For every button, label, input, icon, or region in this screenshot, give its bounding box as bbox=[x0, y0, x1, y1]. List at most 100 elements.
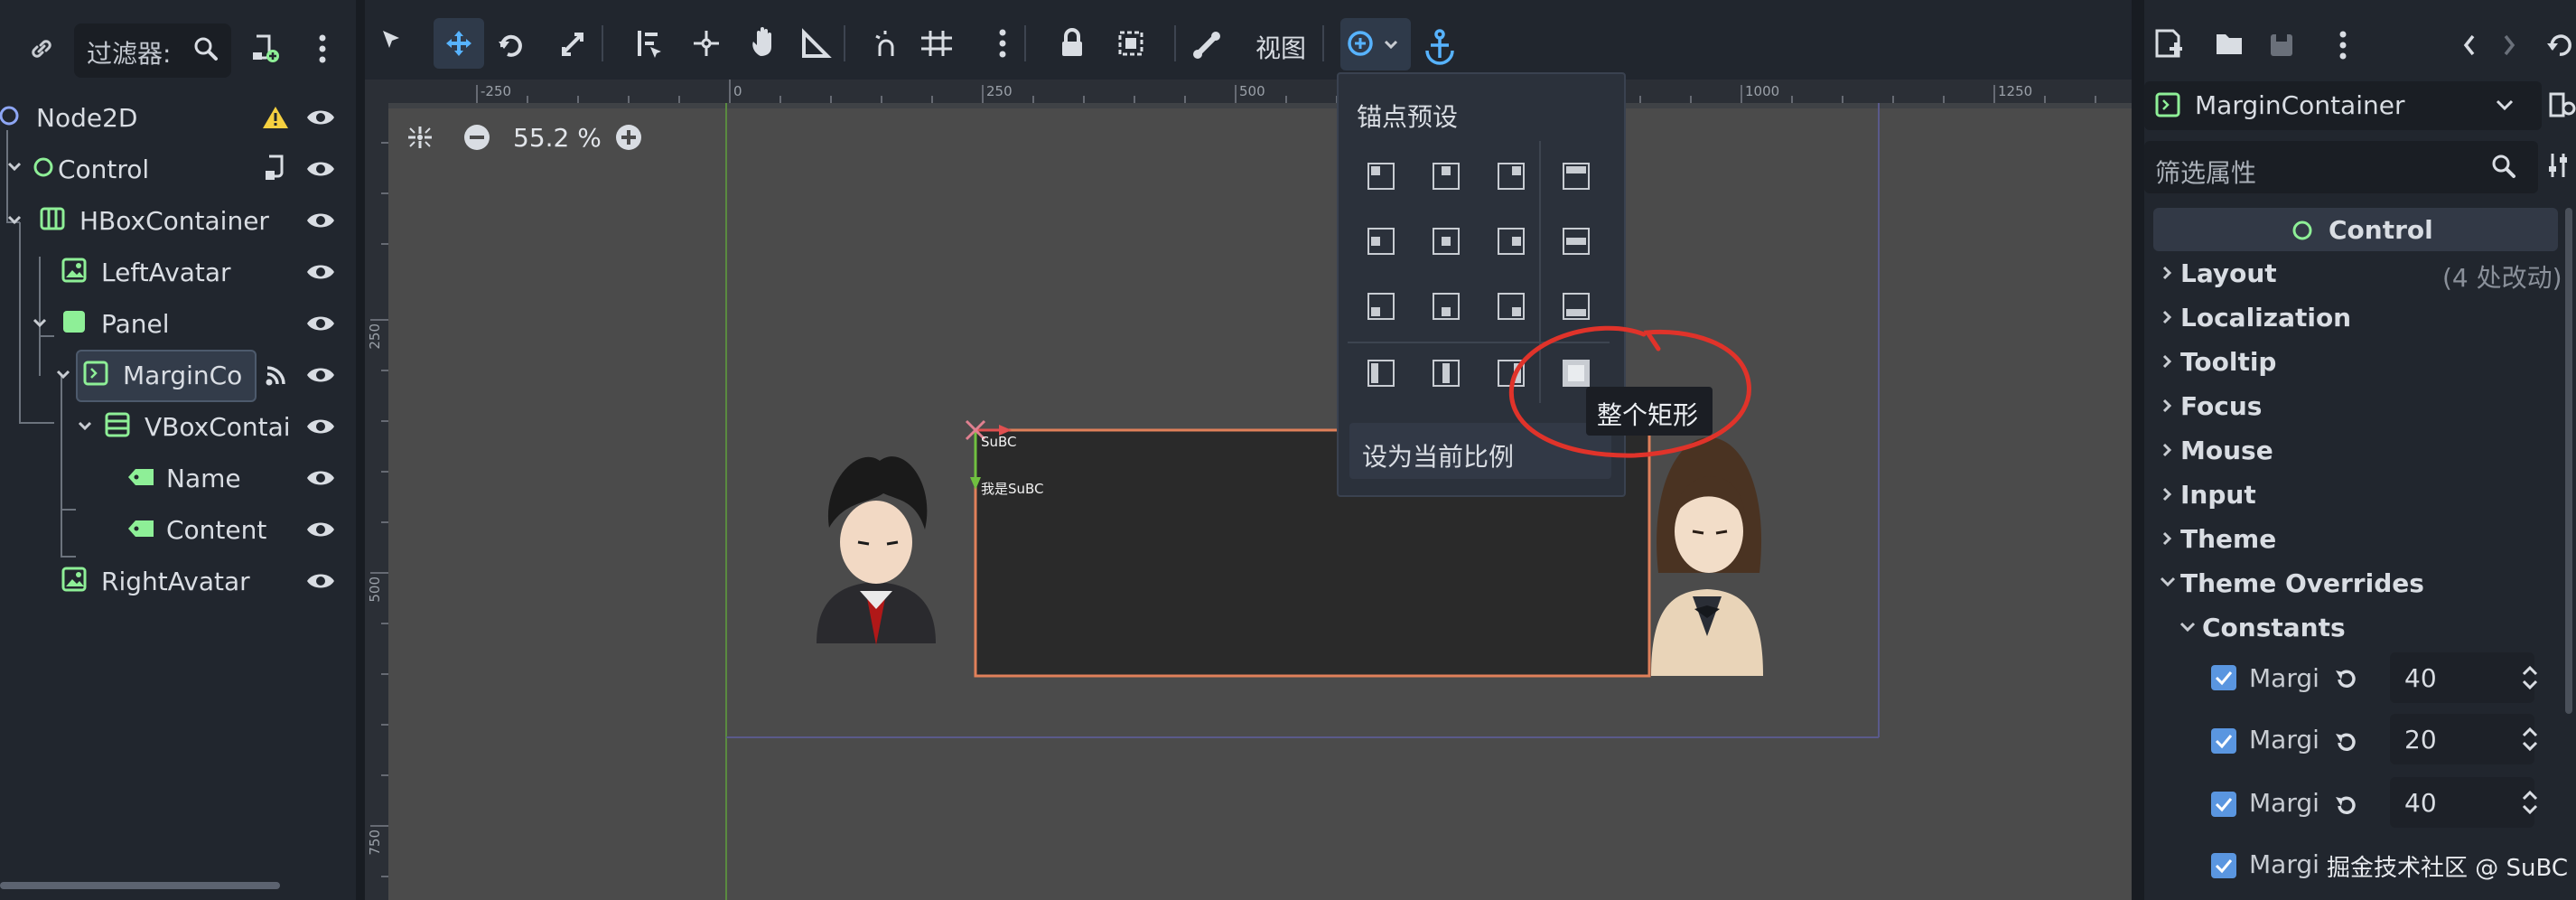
horizontal-scrollbar[interactable] bbox=[0, 882, 280, 889]
name-label[interactable]: SuBC bbox=[981, 434, 1017, 450]
documentation-icon[interactable] bbox=[2547, 89, 2576, 121]
tree-row-leftavatar[interactable]: LeftAvatar bbox=[0, 247, 356, 297]
smart-snap-icon[interactable] bbox=[875, 31, 894, 56]
rotate-tool-icon[interactable] bbox=[499, 34, 522, 57]
tree-row-hboxcontainer[interactable]: HBoxContainer bbox=[0, 195, 356, 246]
anchor-vcenter-wide-icon[interactable] bbox=[1433, 360, 1460, 387]
canvas-viewport[interactable]: SuBC 我是SuBC bbox=[388, 103, 2132, 900]
bone-icon[interactable] bbox=[1193, 32, 1220, 59]
margin-override-checkbox[interactable] bbox=[2211, 853, 2236, 878]
anchor-center-right-icon[interactable] bbox=[1498, 228, 1525, 255]
anchor-top-right-icon[interactable] bbox=[1498, 163, 1525, 190]
anchor-center-icon[interactable] bbox=[1433, 228, 1460, 255]
link-icon[interactable] bbox=[27, 34, 56, 63]
tree-row-node2d[interactable]: Node2D bbox=[0, 92, 356, 143]
new-resource-icon[interactable] bbox=[2155, 29, 2182, 58]
center-view-icon[interactable] bbox=[405, 123, 435, 152]
anchor-bottom-left-icon[interactable] bbox=[1367, 293, 1395, 320]
anchor-left-wide-icon[interactable] bbox=[1367, 360, 1395, 387]
margin-override-checkbox[interactable] bbox=[2211, 665, 2236, 690]
margin-override-checkbox[interactable] bbox=[2211, 728, 2236, 754]
chevron-down-icon[interactable] bbox=[56, 364, 70, 386]
spin-arrows-icon[interactable] bbox=[2520, 725, 2540, 754]
chevron-down-icon[interactable] bbox=[7, 210, 22, 231]
visibility-eye-icon[interactable] bbox=[305, 105, 336, 130]
zoom-level[interactable]: 55.2 % bbox=[513, 123, 602, 153]
spin-arrows-icon[interactable] bbox=[2520, 663, 2540, 692]
select-tool-icon[interactable] bbox=[383, 31, 399, 48]
open-folder-icon[interactable] bbox=[2217, 34, 2242, 54]
visibility-eye-icon[interactable] bbox=[305, 208, 336, 233]
anchor-center-top-icon[interactable] bbox=[1433, 163, 1460, 190]
chevron-down-icon[interactable] bbox=[78, 416, 92, 437]
visibility-eye-icon[interactable] bbox=[305, 156, 336, 182]
visibility-eye-icon[interactable] bbox=[305, 465, 336, 491]
view-menu-button[interactable]: 视图 bbox=[1255, 29, 1306, 65]
section-layout[interactable]: Layout bbox=[2180, 258, 2277, 288]
zoom-out-icon[interactable] bbox=[462, 123, 491, 152]
anchor-top-wide-icon[interactable] bbox=[1563, 163, 1590, 190]
inspector-splitter[interactable] bbox=[2132, 0, 2144, 900]
content-label[interactable]: 我是SuBC bbox=[981, 479, 1044, 498]
signal-icon[interactable] bbox=[264, 362, 289, 388]
back-arrow-icon[interactable] bbox=[2463, 34, 2475, 56]
section-focus[interactable]: Focus bbox=[2180, 391, 2262, 421]
subsection-constants[interactable]: Constants bbox=[2202, 613, 2346, 642]
tree-row-vboxcontainer[interactable]: VBoxContai bbox=[0, 401, 356, 452]
tree-row-name[interactable]: Name bbox=[0, 453, 356, 503]
ruler-tool-icon[interactable] bbox=[802, 28, 832, 58]
attach-script-icon[interactable] bbox=[249, 33, 280, 63]
visibility-eye-icon[interactable] bbox=[305, 311, 336, 336]
section-localization[interactable]: Localization bbox=[2180, 303, 2351, 333]
spin-arrows-icon[interactable] bbox=[2520, 788, 2540, 817]
snap-options-icon[interactable] bbox=[999, 29, 1006, 58]
section-theme[interactable]: Theme bbox=[2180, 524, 2276, 554]
tree-row-margincontainer[interactable]: MarginCo bbox=[0, 350, 356, 402]
zoom-in-icon[interactable] bbox=[614, 123, 643, 152]
margin-override-checkbox[interactable] bbox=[2211, 792, 2236, 817]
anchor-center-left-icon[interactable] bbox=[1367, 228, 1395, 255]
chevron-down-icon[interactable] bbox=[2495, 96, 2515, 114]
warning-icon[interactable] bbox=[262, 105, 289, 130]
group-icon[interactable] bbox=[1118, 31, 1143, 56]
revert-icon[interactable] bbox=[2332, 792, 2357, 817]
revert-icon[interactable] bbox=[2332, 665, 2357, 690]
section-mouse[interactable]: Mouse bbox=[2180, 436, 2273, 465]
script-icon[interactable] bbox=[264, 155, 287, 182]
save-icon[interactable] bbox=[2271, 34, 2292, 56]
tree-row-control[interactable]: Control bbox=[0, 144, 356, 194]
chevron-down-icon[interactable] bbox=[2179, 618, 2198, 636]
more-vertical-icon[interactable] bbox=[2339, 31, 2347, 60]
pivot-tool-icon[interactable] bbox=[694, 31, 719, 56]
inspector-scrollbar[interactable] bbox=[2565, 208, 2572, 714]
grid-snap-icon[interactable] bbox=[921, 31, 952, 56]
anchor-icon[interactable] bbox=[1425, 29, 1454, 65]
anchor-center-bottom-icon[interactable] bbox=[1433, 293, 1460, 320]
scale-tool-icon[interactable] bbox=[562, 33, 583, 56]
lock-icon[interactable] bbox=[1062, 28, 1082, 56]
tree-row-rightavatar[interactable]: RightAvatar bbox=[0, 556, 356, 606]
chevron-down-icon[interactable] bbox=[7, 156, 22, 178]
revert-icon[interactable] bbox=[2332, 728, 2357, 754]
anchor-hcenter-wide-icon[interactable] bbox=[1563, 228, 1590, 255]
forward-arrow-icon[interactable] bbox=[2504, 34, 2515, 56]
tree-row-panel[interactable]: Panel bbox=[0, 298, 356, 349]
chevron-down-icon[interactable] bbox=[2159, 573, 2179, 591]
chevron-down-icon[interactable] bbox=[33, 313, 47, 334]
visibility-eye-icon[interactable] bbox=[305, 414, 336, 439]
visibility-eye-icon[interactable] bbox=[305, 362, 336, 388]
list-select-icon[interactable] bbox=[638, 31, 661, 58]
history-icon[interactable] bbox=[2547, 34, 2571, 56]
section-input[interactable]: Input bbox=[2180, 480, 2256, 510]
property-tools-icon[interactable] bbox=[2547, 150, 2576, 181]
section-theme-overrides[interactable]: Theme Overrides bbox=[2180, 568, 2424, 598]
section-tooltip[interactable]: Tooltip bbox=[2180, 347, 2276, 377]
visibility-eye-icon[interactable] bbox=[305, 568, 336, 594]
pan-tool-icon[interactable] bbox=[752, 27, 771, 56]
visibility-eye-icon[interactable] bbox=[305, 517, 336, 542]
tree-row-content[interactable]: Content bbox=[0, 504, 356, 555]
more-vertical-icon[interactable] bbox=[316, 33, 329, 65]
visibility-eye-icon[interactable] bbox=[305, 259, 336, 285]
dock-splitter[interactable] bbox=[356, 0, 365, 900]
anchor-top-left-icon[interactable] bbox=[1367, 163, 1395, 190]
